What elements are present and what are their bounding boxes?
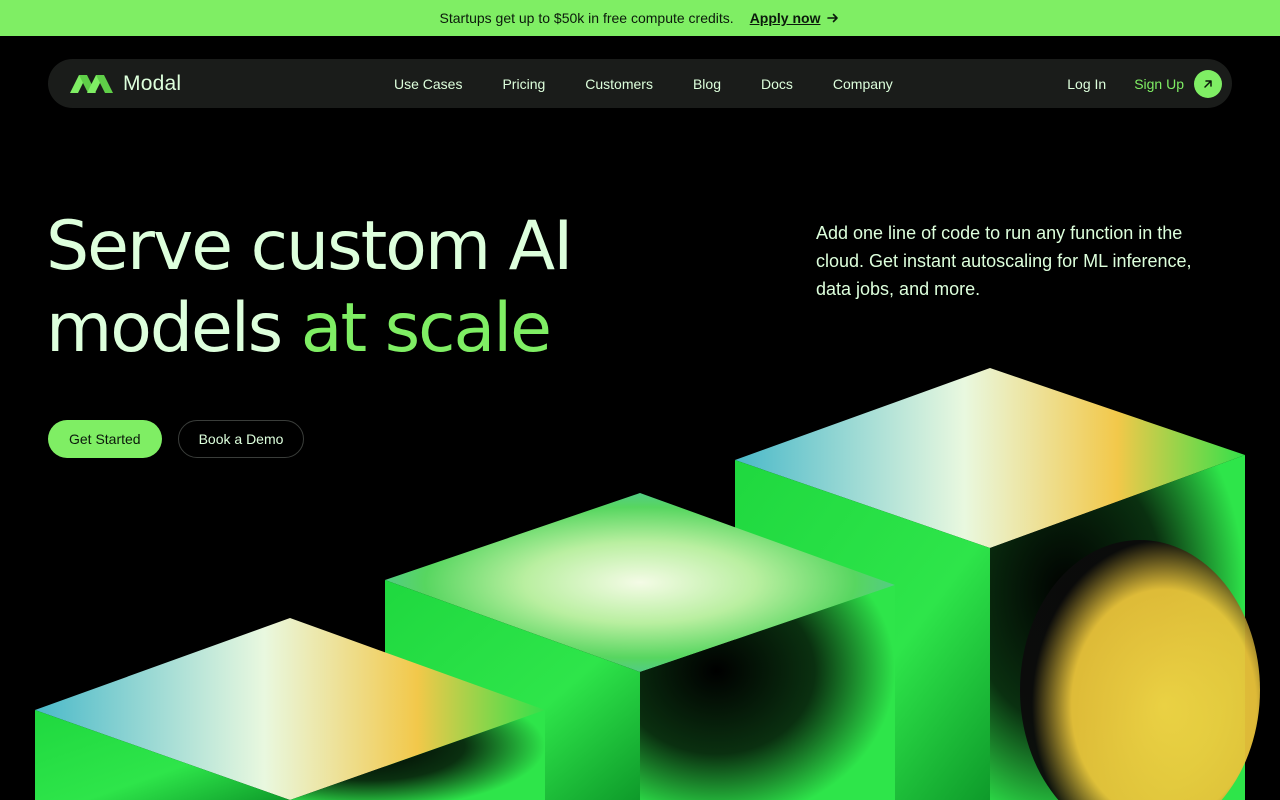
apply-now-link[interactable]: Apply now xyxy=(750,10,841,26)
headline-line-1: Serve custom AI xyxy=(46,207,573,286)
nav-link-customers[interactable]: Customers xyxy=(565,76,673,92)
nav-link-docs[interactable]: Docs xyxy=(741,76,813,92)
isometric-cubes-illustration xyxy=(35,368,1260,800)
signup-label: Sign Up xyxy=(1134,75,1184,92)
modal-logo-icon xyxy=(70,74,113,93)
arrow-right-icon xyxy=(827,13,839,23)
signup-button[interactable]: Sign Up xyxy=(1134,69,1222,98)
brand-name: Modal xyxy=(123,71,182,95)
hero-headline: Serve custom AI models at scale xyxy=(46,206,573,370)
main-nav: Modal Use Cases Pricing Customers Blog D… xyxy=(48,59,1232,108)
nav-link-blog[interactable]: Blog xyxy=(673,76,741,92)
arrow-up-right-icon xyxy=(1204,79,1212,88)
banner-text: Startups get up to $50k in free compute … xyxy=(439,10,734,26)
nav-link-company[interactable]: Company xyxy=(813,76,913,92)
nav-link-use-cases[interactable]: Use Cases xyxy=(374,76,482,92)
announcement-banner: Startups get up to $50k in free compute … xyxy=(0,0,1280,36)
hero-subtext: Add one line of code to run any function… xyxy=(816,223,1192,299)
nav-link-pricing[interactable]: Pricing xyxy=(482,76,565,92)
nav-actions: Log In Sign Up xyxy=(1067,69,1222,98)
nav-links: Use Cases Pricing Customers Blog Docs Co… xyxy=(374,76,913,92)
signup-icon-circle xyxy=(1194,69,1222,98)
login-link[interactable]: Log In xyxy=(1067,76,1106,92)
brand-logo-link[interactable]: Modal xyxy=(70,72,181,96)
apply-now-label: Apply now xyxy=(749,10,821,26)
